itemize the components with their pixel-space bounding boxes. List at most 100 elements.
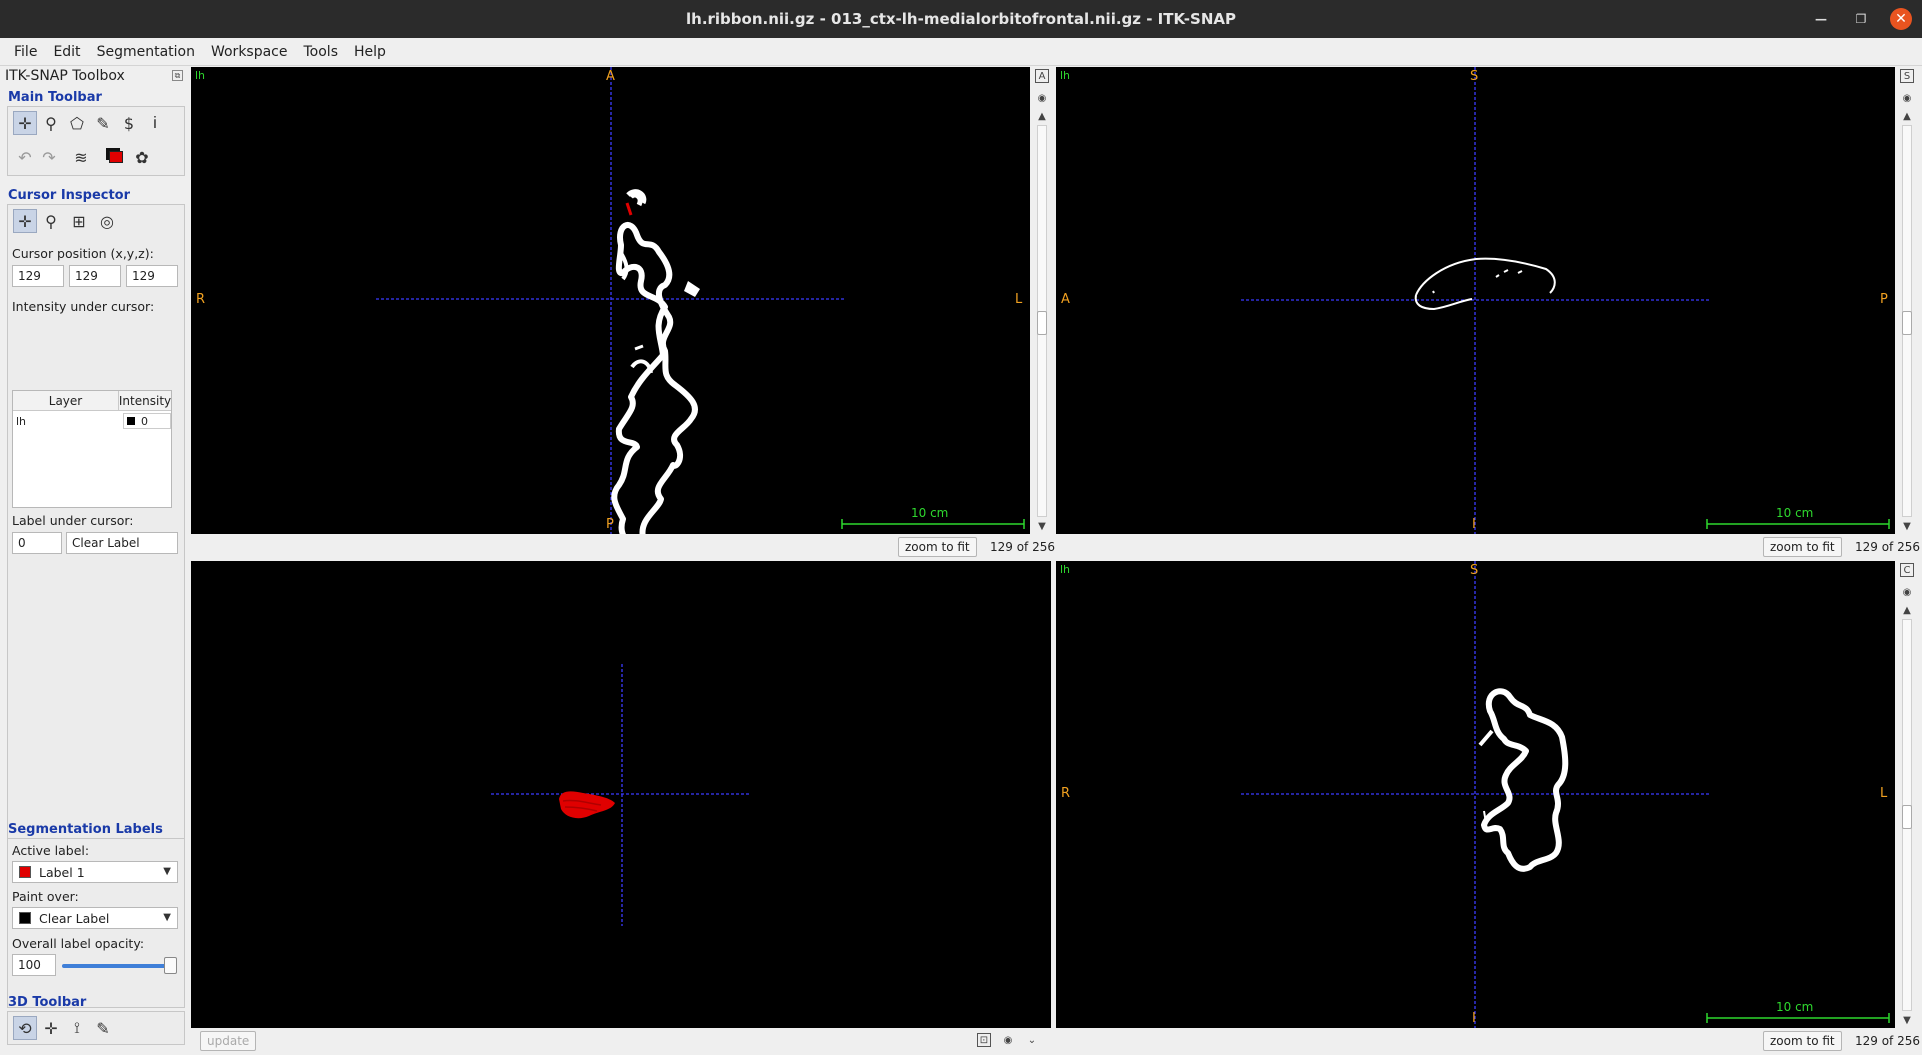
redo-icon[interactable]: ↷ [37, 145, 61, 169]
opacity-field[interactable]: 100 [12, 954, 56, 976]
scroll-up-icon[interactable]: ▲ [1035, 109, 1049, 123]
paintbrush-tool-icon[interactable]: ✎ [91, 111, 115, 135]
scale-bar-label: 10 cm [1776, 1000, 1814, 1014]
layer-tag: lh [1060, 69, 1071, 82]
coronal-view[interactable]: lh S I R L 10 cm [1056, 561, 1895, 1028]
menu-tools[interactable]: Tools [296, 44, 347, 60]
opacity-slider-handle[interactable] [164, 957, 177, 974]
active-label-value: Label 1 [39, 864, 85, 880]
cursor-z-field[interactable]: 129 [126, 265, 178, 287]
menu-help[interactable]: Help [346, 44, 394, 60]
cursor-inspect-icon[interactable]: ✛ [13, 209, 37, 233]
menu-edit[interactable]: Edit [45, 44, 88, 60]
intensity-label: Intensity under cursor: [12, 299, 155, 314]
orientation-bottom: I [1472, 517, 1476, 532]
toolbox-panel: ITK-SNAP Toolbox ⧉ Main Toolbar ✛ ⚲ ⬠ ✎ … [0, 66, 190, 1055]
menu-workspace[interactable]: Workspace [203, 44, 296, 60]
rotate-3d-icon[interactable]: ⟲ [13, 1016, 37, 1040]
label-under-cursor-caption: Label under cursor: [12, 513, 134, 528]
axial-view-sidebar: A ◉ ▲ ▼ [1032, 67, 1052, 534]
intensity-table: Layer Intensity lh 0 [12, 390, 172, 508]
view-mode-icon[interactable]: C [1900, 563, 1914, 577]
menu-file[interactable]: File [6, 44, 45, 60]
expand-view-icon[interactable]: ⊡ [977, 1033, 991, 1047]
undo-icon[interactable]: ↶ [13, 145, 37, 169]
undock-icon[interactable]: ⧉ [172, 70, 183, 81]
paint-over-combo[interactable]: Clear Label ▼ [12, 907, 178, 929]
three-d-render [491, 664, 751, 926]
scroll-down-icon[interactable]: ▼ [1035, 519, 1049, 533]
orientation-left: R [1061, 786, 1071, 801]
orientation-top: S [1470, 69, 1479, 84]
chevron-down-icon[interactable]: ⌄ [1025, 1033, 1039, 1047]
zoom-inspect-icon[interactable]: ⚲ [39, 209, 63, 233]
toolbox-title: ITK-SNAP Toolbox [5, 68, 125, 84]
toolbar-3d-panel: ⟲ ✛ ⟟ ✎ [7, 1011, 185, 1045]
window-titlebar: lh.ribbon.nii.gz - 013_ctx-lh-medialorbi… [0, 0, 1922, 38]
layer-tag: lh [1060, 563, 1071, 576]
paint-over-swatch [19, 912, 31, 924]
camera-icon[interactable]: ◉ [1001, 1033, 1015, 1047]
minimize-icon[interactable]: — [1810, 8, 1832, 30]
palette-icon[interactable]: ✿ [130, 145, 154, 169]
scroll-down-icon[interactable]: ▼ [1900, 1013, 1914, 1027]
sync-inspect-icon[interactable]: ◎ [95, 209, 119, 233]
camera-icon[interactable]: ◉ [1900, 585, 1914, 599]
orientation-top: S [1470, 563, 1479, 578]
slice-scroll-thumb[interactable] [1037, 311, 1047, 335]
camera-icon[interactable]: ◉ [1900, 91, 1914, 105]
camera-icon[interactable]: ◉ [1035, 91, 1049, 105]
opacity-slider-track[interactable] [62, 964, 172, 968]
orientation-right: P [1880, 292, 1888, 307]
spray-3d-icon[interactable]: ✎ [91, 1016, 115, 1040]
cursor-inspector-title: Cursor Inspector [8, 188, 131, 203]
menu-segmentation[interactable]: Segmentation [89, 44, 203, 60]
cursor-x-field[interactable]: 129 [12, 265, 64, 287]
three-d-view[interactable] [191, 561, 1051, 1028]
polygon-tool-icon[interactable]: ⬠ [65, 111, 89, 135]
row-intensity-value: 0 [141, 414, 148, 428]
scroll-up-icon[interactable]: ▲ [1900, 109, 1914, 123]
sagittal-slice-image [1241, 67, 1711, 534]
sagittal-slice-count: 129 of 256 [1855, 540, 1921, 554]
restore-icon[interactable]: ❐ [1850, 8, 1872, 30]
close-icon[interactable]: ✕ [1890, 8, 1912, 30]
sagittal-view[interactable]: lh S I A P 10 cm [1056, 67, 1895, 534]
coronal-zoom-to-fit-button[interactable]: zoom to fit [1763, 1031, 1842, 1051]
view-mode-icon[interactable]: S [1900, 69, 1914, 83]
active-label-swatch [19, 866, 31, 878]
grid-inspect-icon[interactable]: ⊞ [67, 209, 91, 233]
row-intensity: 0 [123, 413, 171, 429]
annotation-tool-icon[interactable]: Ꭵ [143, 111, 167, 135]
scale-bar-label: 10 cm [911, 506, 949, 520]
active-label-caption: Active label: [12, 843, 90, 858]
layers-icon[interactable]: ≋ [69, 145, 93, 169]
update-button[interactable]: update [200, 1031, 257, 1051]
orientation-bottom: P [606, 517, 614, 532]
main-toolbar-panel: ✛ ⚲ ⬠ ✎ $ Ꭵ ↶ ↷ ≋ ✿ [7, 106, 185, 176]
crosshair-tool-icon[interactable]: ✛ [13, 111, 37, 135]
coronal-slice-count: 129 of 256 [1855, 1034, 1921, 1048]
chevron-down-icon: ▼ [163, 912, 171, 923]
orientation-left: R [196, 292, 206, 307]
crosshair-3d-icon[interactable]: ✛ [39, 1016, 63, 1040]
axial-view[interactable]: lh A P R L 10 cm [191, 67, 1030, 534]
toolbar-3d-title: 3D Toolbar [8, 995, 87, 1010]
label-color-icon[interactable] [104, 145, 128, 169]
zoom-tool-icon[interactable]: ⚲ [39, 111, 63, 135]
scroll-up-icon[interactable]: ▲ [1900, 603, 1914, 617]
view-mode-icon[interactable]: A [1035, 69, 1049, 83]
coronal-slice-image [1241, 561, 1711, 1028]
slice-scroll-thumb[interactable] [1902, 311, 1912, 335]
main-toolbar-title: Main Toolbar [8, 90, 102, 105]
active-label-combo[interactable]: Label 1 ▼ [12, 861, 178, 883]
cursor-y-field[interactable]: 129 [69, 265, 121, 287]
scroll-down-icon[interactable]: ▼ [1900, 519, 1914, 533]
slice-scroll-thumb[interactable] [1902, 805, 1912, 829]
sagittal-zoom-to-fit-button[interactable]: zoom to fit [1763, 537, 1842, 557]
row-layer-name: lh [16, 414, 27, 428]
scalpel-3d-icon[interactable]: ⟟ [65, 1016, 89, 1040]
snake-tool-icon[interactable]: $ [117, 111, 141, 135]
axial-zoom-to-fit-button[interactable]: zoom to fit [898, 537, 977, 557]
layer-tag: lh [195, 69, 206, 82]
